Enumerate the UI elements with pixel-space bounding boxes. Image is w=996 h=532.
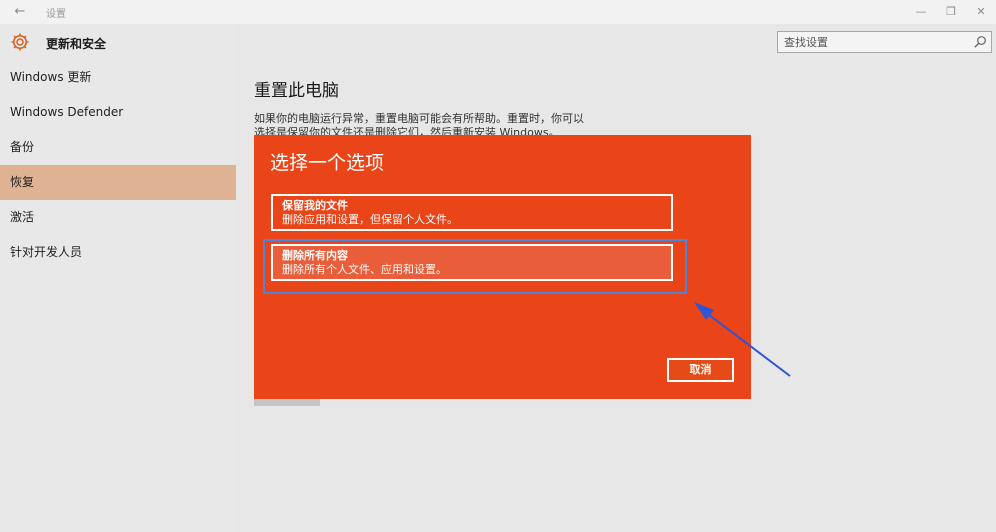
reset-options-dialog: 选择一个选项 保留我的文件 删除应用和设置，但保留个人文件。 删除所有内容 删除… xyxy=(254,135,751,399)
sidebar-item-label: 备份 xyxy=(10,140,35,154)
restore-icon[interactable]: ❐ xyxy=(936,2,966,22)
search-box[interactable] xyxy=(777,31,992,53)
page-title: 重置此电脑 xyxy=(254,81,339,101)
option-description: 删除应用和设置，但保留个人文件。 xyxy=(282,213,458,226)
back-arrow-icon[interactable]: ← xyxy=(8,3,32,21)
sidebar-item-label: Windows 更新 xyxy=(10,70,92,84)
sidebar: 更新和安全 Windows 更新 Windows Defender 备份 恢复 … xyxy=(0,24,236,532)
option-description: 删除所有个人文件、应用和设置。 xyxy=(282,263,447,276)
sidebar-item-label: 恢复 xyxy=(10,175,35,189)
title-bar: ← 设置 — ❐ ✕ xyxy=(0,0,996,24)
close-icon[interactable]: ✕ xyxy=(966,2,996,22)
sidebar-item-label: 针对开发人员 xyxy=(10,245,83,259)
annotation-arrow-icon xyxy=(694,302,791,377)
sidebar-item-backup[interactable]: 备份 xyxy=(0,130,236,165)
sidebar-item-label: Windows Defender xyxy=(10,105,124,119)
dialog-title: 选择一个选项 xyxy=(270,152,385,174)
window-title: 设置 xyxy=(46,9,66,20)
sidebar-item-windows-defender[interactable]: Windows Defender xyxy=(0,95,236,130)
keep-files-option[interactable]: 保留我的文件 删除应用和设置，但保留个人文件。 xyxy=(271,194,673,231)
option-title: 删除所有内容 xyxy=(282,249,348,262)
sidebar-item-label: 激活 xyxy=(10,210,35,224)
sidebar-item-recovery[interactable]: 恢复 xyxy=(0,165,236,200)
sidebar-header: 更新和安全 xyxy=(0,24,236,62)
search-input[interactable] xyxy=(778,32,968,52)
sidebar-item-windows-update[interactable]: Windows 更新 xyxy=(0,60,236,95)
minimize-icon[interactable]: — xyxy=(906,2,936,22)
search-icon[interactable] xyxy=(973,35,987,49)
sidebar-item-for-developers[interactable]: 针对开发人员 xyxy=(0,235,236,270)
option-title: 保留我的文件 xyxy=(282,199,348,212)
remove-everything-option[interactable]: 删除所有内容 删除所有个人文件、应用和设置。 xyxy=(271,244,673,281)
sidebar-item-activation[interactable]: 激活 xyxy=(0,200,236,235)
gear-icon xyxy=(11,33,29,51)
sidebar-title: 更新和安全 xyxy=(46,37,107,51)
